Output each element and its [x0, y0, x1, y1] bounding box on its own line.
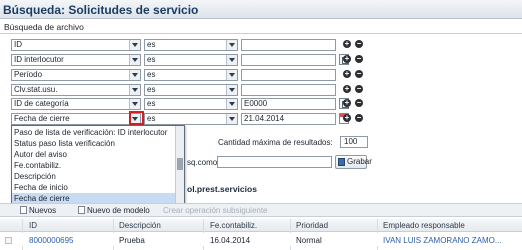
add-icon[interactable] [343, 39, 351, 48]
new-button[interactable]: Nuevos [20, 206, 56, 216]
criteria-operator-select[interactable]: es [144, 98, 238, 110]
criteria-field-select[interactable]: Fecha de cierre [11, 113, 141, 125]
remove-icon[interactable] [355, 84, 363, 93]
max-results-input[interactable]: 100 [340, 136, 368, 148]
chevron-down-icon[interactable] [226, 70, 237, 80]
chevron-down-icon[interactable] [129, 99, 140, 109]
page-title: Búsqueda: Solicitudes de servicio [3, 3, 199, 17]
row-selector[interactable] [5, 237, 12, 244]
section-divider [0, 33, 522, 34]
template-icon [78, 206, 85, 214]
scrollbar-thumb[interactable] [177, 158, 183, 170]
criteria-field-select[interactable]: ID interlocutor [11, 54, 141, 66]
max-results-label: Cantidad máxima de resultados: [218, 138, 333, 147]
add-icon[interactable] [343, 69, 351, 78]
criteria-value-input[interactable] [241, 54, 336, 66]
criteria-row: Período es [11, 69, 366, 82]
chevron-down-icon[interactable] [129, 55, 140, 65]
title-bar: Búsqueda: Solicitudes de servicio [0, 0, 522, 19]
remove-icon[interactable] [355, 69, 363, 78]
criteria-value-input[interactable] [241, 84, 336, 96]
table-cell-responsible[interactable]: IVAN LUIS ZAMORANO ZAMO... [383, 236, 502, 245]
table-cell-id[interactable]: 8000000695 [29, 236, 74, 245]
criteria-row: ID es [11, 39, 366, 52]
chevron-down-icon[interactable] [129, 85, 140, 95]
table-cell-priority: Normal [296, 236, 322, 245]
criteria-value-input[interactable]: 21.04.2014 [241, 113, 336, 125]
results-title: ol.prest.servicios [187, 184, 257, 194]
save-button-label: Grabar [347, 157, 372, 166]
chevron-down-icon[interactable] [226, 99, 237, 109]
table-cell-description: Prueba [119, 236, 145, 245]
add-icon[interactable] [343, 98, 351, 107]
save-icon [338, 158, 345, 166]
remove-icon[interactable] [355, 54, 363, 63]
criteria-value-input[interactable] [241, 69, 336, 81]
remove-icon[interactable] [355, 39, 363, 48]
table-cell-posting-date: 16.04.2014 [210, 236, 251, 245]
save-query-label: sq.como: [187, 158, 220, 167]
criteria-operator-select[interactable]: es [144, 54, 238, 66]
dropdown-option[interactable]: Descripción [12, 171, 175, 182]
criteria-field-select[interactable]: Período [11, 69, 141, 81]
add-icon[interactable] [343, 54, 351, 63]
chevron-down-icon[interactable] [129, 40, 140, 50]
results-table-header: ID Descripción Fe.contabiliz. Prioridad … [0, 219, 522, 232]
column-header-description[interactable]: Descripción [119, 221, 161, 230]
dropdown-option[interactable]: Autor del aviso [12, 149, 175, 160]
remove-icon[interactable] [355, 113, 363, 122]
dropdown-highlight-box [129, 111, 144, 125]
dropdown-option[interactable]: Fecha de inicio [12, 182, 175, 193]
field-dropdown-list[interactable]: Paso de lista de verificación: ID interl… [11, 125, 185, 205]
criteria-row: Clv.stat.usu. es [11, 84, 366, 97]
add-icon[interactable] [343, 84, 351, 93]
table-row[interactable]: 8000000695 Prueba 16.04.2014 Normal IVAN… [0, 233, 522, 246]
save-query-input[interactable] [217, 156, 332, 168]
dropdown-option[interactable]: Status paso lista verificación [12, 138, 175, 149]
criteria-operator-select[interactable]: es [144, 84, 238, 96]
new-from-template-button[interactable]: Nuevo de modelo [78, 206, 150, 216]
criteria-field-select[interactable]: Clv.stat.usu. [11, 84, 141, 96]
column-header-priority[interactable]: Prioridad [296, 221, 328, 230]
column-header-id[interactable]: ID [29, 221, 37, 230]
results-toolbar: Nuevos Nuevo de modelo Crear operación s… [0, 203, 522, 217]
create-follow-up-button[interactable]: Crear operación subsiguiente [163, 206, 268, 216]
criteria-row: ID interlocutor es [11, 54, 366, 67]
dropdown-scrollbar[interactable] [175, 126, 184, 204]
criteria-field-select[interactable]: ID de categoría [11, 98, 141, 110]
save-button[interactable]: Grabar [335, 155, 372, 169]
criteria-row: ID de categoría es E0000 [11, 98, 366, 111]
chevron-down-icon[interactable] [226, 40, 237, 50]
chevron-down-icon[interactable] [226, 85, 237, 95]
criteria-value-input[interactable] [241, 39, 336, 51]
section-label: Búsqueda de archivo [4, 22, 84, 32]
column-header-posting-date[interactable]: Fe.contabiliz. [210, 221, 257, 230]
chevron-down-icon[interactable] [129, 70, 140, 80]
criteria-operator-select[interactable]: es [144, 113, 238, 125]
criteria-field-select[interactable]: ID [11, 39, 141, 51]
column-header-responsible[interactable]: Empleado responsable [383, 221, 465, 230]
chevron-down-icon[interactable] [226, 55, 237, 65]
criteria-operator-select[interactable]: es [144, 69, 238, 81]
remove-icon[interactable] [355, 98, 363, 107]
add-icon[interactable] [343, 113, 351, 122]
criteria-value-input[interactable]: E0000 [241, 98, 336, 110]
dropdown-option[interactable]: Paso de lista de verificación: ID interl… [12, 127, 175, 138]
dropdown-option[interactable]: Fe.contabiliz. [12, 160, 175, 171]
new-document-icon [20, 206, 27, 214]
criteria-operator-select[interactable]: es [144, 39, 238, 51]
chevron-down-icon[interactable] [226, 114, 237, 124]
